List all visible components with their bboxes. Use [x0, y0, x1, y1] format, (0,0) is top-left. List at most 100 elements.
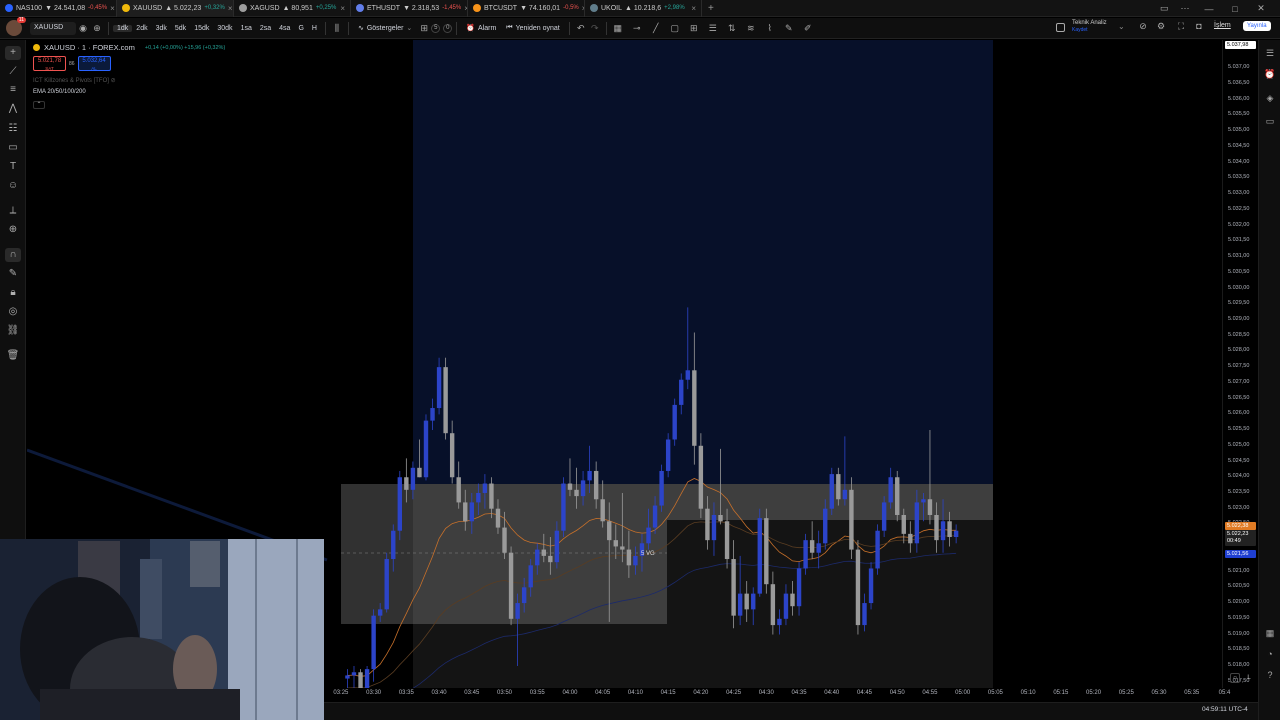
- horizontal-line-icon[interactable]: ⊸: [630, 23, 644, 34]
- pencil-icon[interactable]: ✐: [801, 23, 815, 34]
- lock-icon[interactable]: 🔒︎: [5, 286, 21, 300]
- apps-icon[interactable]: [1263, 672, 1277, 686]
- calendar-icon[interactable]: ▦: [1263, 626, 1277, 640]
- path-icon[interactable]: ⌇: [763, 23, 777, 34]
- browser-tab[interactable]: XAUUSD ▲ 5.022,23 +0,32% ×: [117, 0, 234, 17]
- zoom-icon[interactable]: ⊘: [1136, 21, 1150, 32]
- range-box[interactable]: [341, 484, 667, 624]
- buy-button[interactable]: 5.032,64 AL: [77, 56, 111, 71]
- fib-retracement-icon[interactable]: ☰: [706, 23, 720, 34]
- tech-analysis-button[interactable]: Teknik Analiz Kaydet: [1072, 20, 1107, 34]
- tab-close-icon[interactable]: ×: [228, 4, 233, 13]
- minimize-icon[interactable]: —: [1196, 4, 1222, 14]
- candle[interactable]: [875, 524, 880, 575]
- tab-close-icon[interactable]: ×: [110, 4, 115, 13]
- brush-icon[interactable]: ✎: [782, 23, 796, 34]
- cast-icon[interactable]: ▭: [1160, 3, 1174, 14]
- tab-close-icon[interactable]: ×: [691, 4, 696, 13]
- candle[interactable]: [364, 665, 370, 688]
- layout-count-b[interactable]: 0: [443, 23, 453, 33]
- candle[interactable]: [358, 669, 363, 688]
- candle[interactable]: [895, 470, 900, 522]
- chart-type-icon[interactable]: ⫼: [330, 23, 344, 34]
- candle[interactable]: [868, 562, 874, 610]
- notifications-icon[interactable]: ◔: [1263, 647, 1277, 661]
- timeframe-1sa[interactable]: 1sa: [237, 25, 256, 32]
- candle[interactable]: [659, 464, 664, 512]
- pattern-icon[interactable]: ≋: [744, 23, 758, 34]
- replay-button[interactable]: ⏮ Yeniden oynat: [501, 24, 564, 32]
- browser-tab[interactable]: BTCUSDT▼ 74.160,01-0,5%×: [468, 0, 585, 17]
- candle[interactable]: [829, 467, 834, 515]
- timeframe-5dk[interactable]: 5dk: [171, 25, 190, 32]
- indicator-ema[interactable]: EMA 20/50/100/200: [33, 89, 86, 95]
- shapes-icon[interactable]: ▭: [5, 141, 21, 155]
- undo-icon[interactable]: ↶: [574, 23, 588, 34]
- tab-close-icon[interactable]: ×: [340, 4, 345, 13]
- add-symbol-icon[interactable]: ⊕: [90, 23, 104, 34]
- chart-marker-label[interactable]: 5 VG: [641, 551, 655, 557]
- candle[interactable]: [443, 357, 448, 440]
- horizontal-lines-icon[interactable]: ≡: [5, 83, 21, 97]
- symbol-search[interactable]: XAUUSD: [30, 21, 76, 35]
- publish-button[interactable]: Yayınla: [1243, 21, 1271, 31]
- candle[interactable]: [764, 508, 769, 594]
- candle[interactable]: [698, 433, 704, 519]
- link-icon[interactable]: ⛓: [5, 324, 21, 338]
- candle[interactable]: [351, 665, 357, 688]
- candle[interactable]: [665, 433, 671, 478]
- collapse-legend-icon[interactable]: ⌃: [33, 101, 45, 109]
- candle[interactable]: [345, 669, 350, 688]
- chat-icon[interactable]: ▭: [1263, 114, 1277, 128]
- pitchfork-icon[interactable]: ⋀: [5, 102, 21, 116]
- position-icon[interactable]: ⇅: [725, 23, 739, 34]
- timeframe-15dk[interactable]: 15dk: [190, 25, 213, 32]
- browser-tab[interactable]: XAGUSD ▲ 80,951 +0,25% ×: [234, 0, 351, 17]
- trend-line-icon[interactable]: ╱: [649, 23, 663, 34]
- checkbox-icon[interactable]: [1056, 23, 1065, 32]
- percent-scale-button[interactable]: ○: [1230, 673, 1240, 683]
- browser-tab[interactable]: UKOIL ▲ 10.218,6 +2,98% ×: [585, 0, 702, 17]
- more-icon[interactable]: ⋯: [1174, 3, 1196, 14]
- hidden-eye-icon[interactable]: ⊘: [111, 78, 116, 84]
- magnet-icon[interactable]: ∩: [5, 248, 21, 262]
- settings-icon[interactable]: ⚙: [1154, 21, 1168, 32]
- avatar[interactable]: 11: [6, 17, 26, 36]
- chevron-down-icon[interactable]: ⌄: [1118, 22, 1125, 31]
- hide-icon[interactable]: ◎: [5, 305, 21, 319]
- timeframe-2dk[interactable]: 2dk: [132, 25, 151, 32]
- candle[interactable]: [855, 540, 861, 635]
- crosshair-icon[interactable]: +: [5, 46, 21, 60]
- timeframe-30dk[interactable]: 30dk: [213, 25, 236, 32]
- log-scale-button[interactable]: L: [1244, 673, 1254, 683]
- browser-tab[interactable]: ETHUSDT▼ 2.318,53-1,45%×: [351, 0, 468, 17]
- maximize-icon[interactable]: □: [1222, 4, 1248, 14]
- browser-tab[interactable]: NAS100 ▼ 24.541,08 -0,45% ×: [0, 0, 117, 17]
- timeframe-4sa[interactable]: 4sa: [275, 25, 294, 32]
- redo-icon[interactable]: ↷: [588, 23, 602, 34]
- timeframe-G[interactable]: G: [294, 25, 307, 32]
- alarm-button[interactable]: ⏰ Alarm: [461, 24, 501, 33]
- trade-button[interactable]: İşlem: [1214, 22, 1231, 29]
- emoji-icon[interactable]: ☺: [5, 179, 21, 193]
- rectangle-icon[interactable]: ▢: [668, 23, 682, 34]
- zoom-in-icon[interactable]: ⊕: [5, 223, 21, 237]
- indicator-killzones[interactable]: ICT Killzones & Pivots [TFO] ⊘: [33, 77, 116, 84]
- sell-button[interactable]: 5.021,78 SAT: [33, 56, 66, 71]
- candle[interactable]: [397, 470, 403, 541]
- trend-line-icon[interactable]: ⟋: [5, 65, 21, 79]
- layout-count-a[interactable]: 5: [431, 23, 441, 33]
- camera-icon[interactable]: ◘: [1192, 21, 1206, 31]
- new-tab-icon[interactable]: +: [702, 3, 720, 14]
- legend-title[interactable]: XAUUSD · 1 · FOREX.com: [44, 43, 135, 52]
- timeframe-1dk[interactable]: 1dk: [113, 24, 133, 32]
- timeframe-3dk[interactable]: 3dk: [152, 25, 171, 32]
- alerts-icon[interactable]: ⏰: [1263, 67, 1277, 81]
- trash-icon[interactable]: 🗑︎: [5, 349, 21, 363]
- candle[interactable]: [423, 414, 429, 481]
- watchlist-icon[interactable]: ☰: [1263, 46, 1277, 60]
- candle[interactable]: [757, 508, 762, 597]
- indicators-button[interactable]: ∿ Göstergeler ⌄: [353, 24, 417, 33]
- fib-grid-icon[interactable]: ⊞: [687, 23, 701, 34]
- candle[interactable]: [672, 398, 677, 446]
